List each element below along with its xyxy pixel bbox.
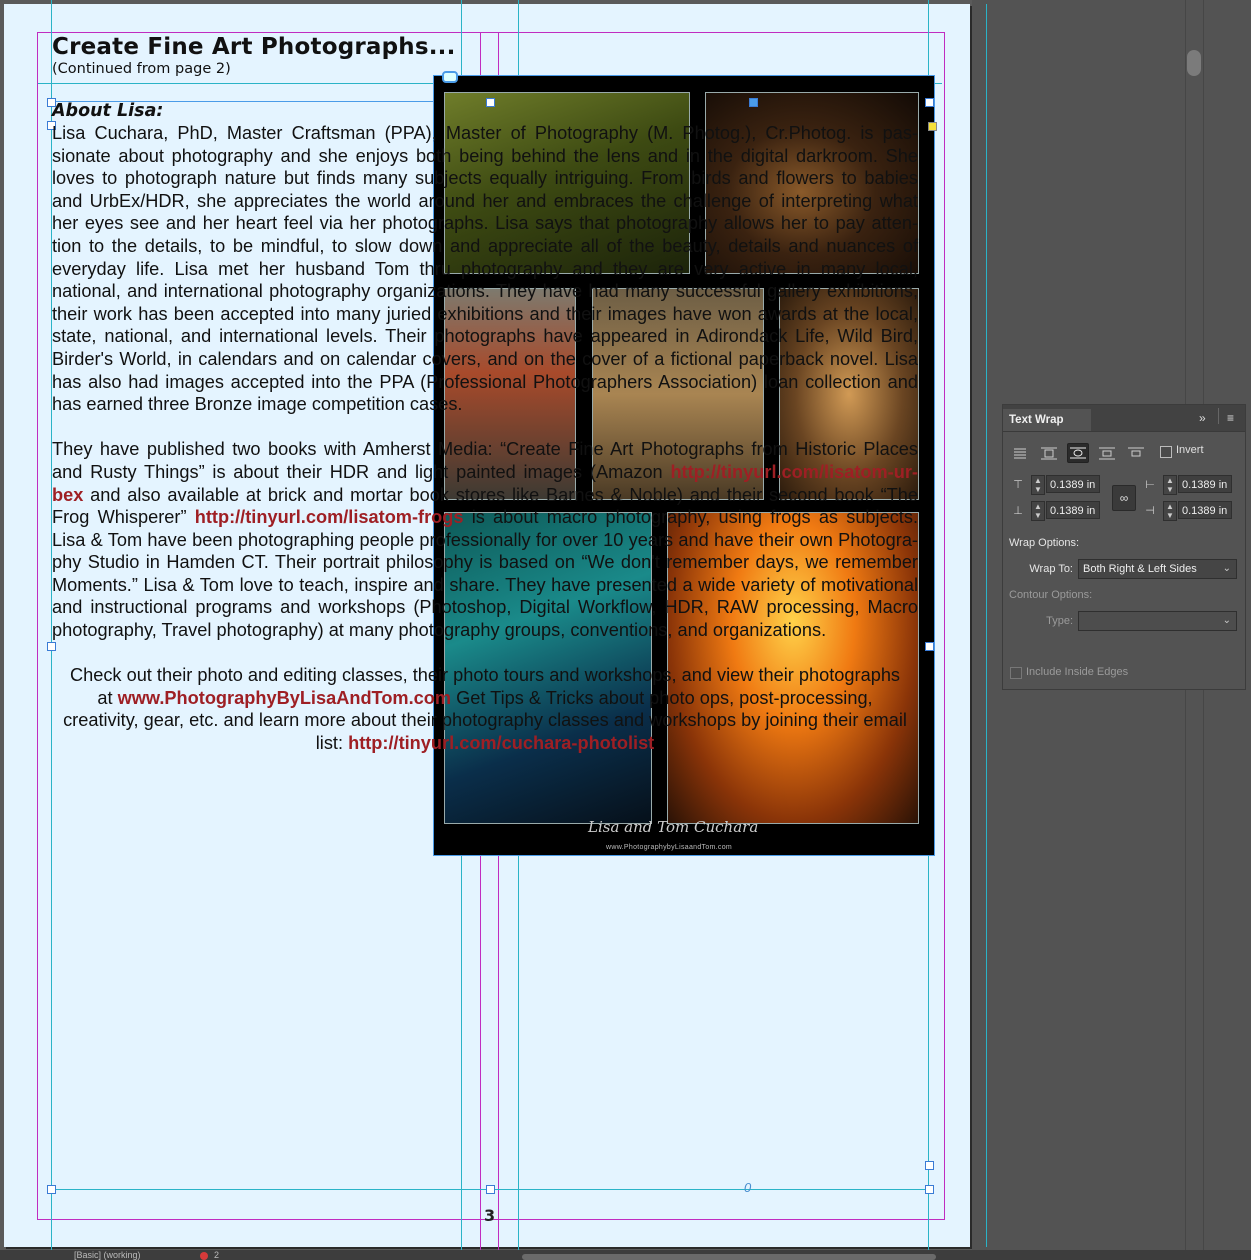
bottom-offset-input[interactable]: 0.1389 in [1046,501,1100,519]
contour-options-label: Contour Options: [1009,589,1093,601]
right-offset-input[interactable]: 0.1389 in [1178,501,1232,519]
paragraph-classes-line: at www.PhotographyByLisaAndTom.com Get T… [97,687,873,708]
page-subheading: (Continued from page 2) [52,61,231,77]
vertical-scrollbar-thumb[interactable] [1187,50,1201,76]
invert-label: Invert [1176,444,1204,456]
panel-tab-bar: Text Wrap » ≡ [1003,405,1245,432]
error-indicator-icon [200,1252,208,1260]
top-offset-input[interactable]: 0.1389 in [1046,475,1100,493]
about-title: About Lisa: [52,101,164,121]
top-offset-icon: ⊤ [1013,479,1023,491]
jump-to-next-column-icon[interactable] [1125,443,1147,463]
bio-line: sionate about photography and she enjoys… [52,145,918,166]
paragraph-bio: Lisa Cuchara, PhD, Master Craftsman (PPA… [52,122,918,416]
bio-line: and UrbEx/HDR, she appreciates the world… [52,190,918,211]
wrap-to-label: Wrap To: [1029,563,1073,575]
bottom-offset-stepper[interactable]: ▲ ▼ [1031,501,1045,521]
panel-title: Text Wrap [1009,414,1064,426]
bio-line: has also had images accepted into the PP… [52,371,918,392]
contour-type-select[interactable]: ⌄ [1078,611,1237,631]
text-wrap-panel: Text Wrap » ≡ Invert ⊤ ▲ ▼ 0.1389 in ⊥ ▲ ▼… [1002,404,1246,690]
studio-line: and instructional programs and workshops… [52,597,918,618]
wrap-object-shape-icon[interactable] [1067,443,1089,463]
paragraph-books-line: and Rusty Things” is about their HDR and… [52,461,918,482]
wrap-to-select[interactable]: Both Right & Left Sides ⌄ [1078,559,1237,579]
link-icon[interactable] [442,71,458,83]
bio-line: Lisa Cuchara, PhD, Master Craftsman (PPA… [52,123,918,143]
paragraph-classes-line: list: http://tinyurl.com/cuchara-photoli… [315,733,655,754]
bottom-offset-icon: ⊥ [1013,505,1023,517]
right-offset-icon: ⊣ [1145,505,1155,517]
top-offset-stepper[interactable]: ▲ ▼ [1031,475,1045,495]
error-count[interactable]: 2 [214,1251,219,1260]
website-link[interactable]: www.PhotographyByLisaAndTom.com [118,688,451,708]
horizontal-scrollbar-thumb[interactable] [522,1254,936,1260]
page-heading: Create Fine Art Photographs... [52,34,456,60]
left-offset-input[interactable]: 0.1389 in [1178,475,1232,493]
page-number: 3 [484,1206,496,1225]
include-inside-edges-checkbox[interactable] [1010,667,1022,679]
paragraph-books-line: They have published two books with Amher… [52,439,918,460]
amazon-link-cont[interactable]: bex [52,485,83,505]
double-chevron-right-icon[interactable]: » [1199,411,1206,425]
content-grabber[interactable]: 0 [744,1180,751,1195]
bio-line: tion to the details, to be mindful, to s… [52,235,918,256]
chevron-down-icon: ⌄ [1222,563,1231,574]
bio-line: has earned three Bronze image competitio… [52,394,463,415]
frame-handle[interactable] [47,1185,56,1194]
no-wrap-icon[interactable] [1009,443,1031,463]
hamburger-menu-icon[interactable]: ≡ [1227,411,1234,425]
studio-line: phy Studio in Hamden CT. Their portrait … [52,552,918,573]
bio-line: her eyes see and her heart feel via her … [52,213,918,234]
bleed-guide [986,4,987,1247]
paragraph-books-line: bex and also available at brick and mort… [52,484,918,505]
frame-handle[interactable] [925,642,934,651]
bio-line: their work has been accepted into many j… [52,303,918,324]
bio-line: national, and international photography … [52,281,918,302]
right-offset-stepper[interactable]: ▲ ▼ [1163,501,1177,521]
frame-handle[interactable] [486,1185,495,1194]
tab-text-wrap[interactable]: Text Wrap [1003,409,1091,431]
left-offset-icon: ⊢ [1145,479,1155,491]
amazon-link[interactable]: http://tinyurl.com/lisatom-ur- [670,462,918,482]
photolist-link[interactable]: http://tinyurl.com/cuchara-photolist [348,733,654,753]
bio-line: state, national, and international level… [52,326,918,347]
frame-handle[interactable] [925,1161,934,1170]
frogs-link[interactable]: http://tinyurl.com/lisatom-frogs [195,507,464,527]
invert-checkbox[interactable] [1160,446,1172,458]
chain-link-icon[interactable]: ∞ [1112,485,1136,511]
body-text-frame[interactable]: About Lisa: Lisa Cuchara, PhD, Master Cr… [52,100,918,755]
wrap-options-label: Wrap Options: [1009,537,1080,549]
type-label: Type: [1046,615,1073,627]
studio-line: Moments.” Lisa & Tom love to teach, insp… [52,574,918,595]
studio-line: photography, Travel photography) at many… [52,620,827,641]
bio-line: Birder's World, in calendars and on cale… [52,348,918,369]
wrap-bounding-box-icon[interactable] [1038,443,1060,463]
paragraph-studio: Lisa & Tom have been photographing peopl… [52,529,918,642]
left-offset-stepper[interactable]: ▲ ▼ [1163,475,1177,495]
jump-object-icon[interactable] [1096,443,1118,463]
bio-line: loves to photograph nature but finds man… [52,168,918,189]
studio-line: Lisa & Tom have been photographing peopl… [52,529,918,550]
panel-divider [1218,408,1219,424]
bio-line: everyday life. Lisa met her husband Tom … [52,258,918,279]
status-preflight-profile[interactable]: [Basic] (working) [74,1251,141,1260]
frame-handle[interactable] [925,1185,934,1194]
paragraph-books-line: Frog Whisperer” http://tinyurl.com/lisat… [52,507,919,528]
include-inside-edges-label: Include Inside Edges [1026,666,1129,678]
paragraph-classes-line: creativity, gear, etc. and learn more ab… [63,710,907,731]
wrap-handle[interactable] [928,122,937,131]
paragraph-classes-line: Check out their photo and editing classe… [69,665,901,686]
frame-handle[interactable] [925,98,934,107]
chevron-down-icon: ⌄ [1222,615,1231,626]
